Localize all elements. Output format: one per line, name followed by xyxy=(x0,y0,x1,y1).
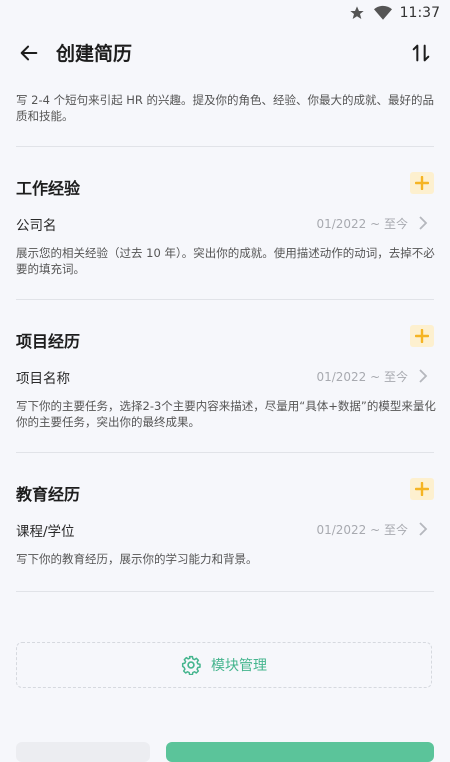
project-description[interactable]: 写下你的主要任务，选择2-3个主要内容来描述，尽量用“具体+数据”的模型来量化你… xyxy=(16,398,436,430)
degree-field[interactable]: 课程/学位 xyxy=(16,520,75,540)
date-range[interactable]: 01/2022 ~ 至今 xyxy=(316,215,408,232)
module-management-label: 模块管理 xyxy=(211,658,267,674)
divider xyxy=(16,452,434,453)
chevron-right-icon[interactable] xyxy=(416,522,430,536)
back-button[interactable] xyxy=(14,38,44,68)
plus-icon xyxy=(415,482,429,496)
sort-arrows-icon xyxy=(412,44,430,62)
divider xyxy=(16,591,434,592)
status-time: 11:37 xyxy=(399,5,440,21)
section-title: 教育经历 xyxy=(16,485,81,504)
primary-action-button[interactable] xyxy=(166,742,434,762)
chevron-right-icon[interactable] xyxy=(416,216,430,230)
sort-button[interactable] xyxy=(406,38,436,68)
arrow-left-icon xyxy=(20,45,38,61)
divider xyxy=(16,146,434,147)
education-description[interactable]: 写下你的教育经历，展示你的学习能力和背景。 xyxy=(16,551,436,567)
date-range[interactable]: 01/2022 ~ 至今 xyxy=(316,368,408,385)
plus-icon xyxy=(415,176,429,190)
status-bar: 11:37 xyxy=(0,0,450,26)
section-title: 项目经历 xyxy=(16,332,81,351)
add-project-button[interactable] xyxy=(410,325,434,347)
divider xyxy=(16,299,434,300)
app-header: 创建简历 xyxy=(0,30,450,76)
section-title: 工作经验 xyxy=(16,179,81,198)
chevron-right-icon[interactable] xyxy=(416,369,430,383)
wifi-icon xyxy=(373,4,392,22)
work-description[interactable]: 展示您的相关经验（过去 10 年）。突出你的成就。使用描述动作的动词，去掉不必要… xyxy=(16,245,436,277)
company-name-field[interactable]: 公司名 xyxy=(16,214,57,234)
gear-icon xyxy=(181,655,201,675)
page-title: 创建简历 xyxy=(56,43,133,65)
module-management-button[interactable]: 模块管理 xyxy=(16,642,432,688)
star-icon xyxy=(348,4,366,22)
date-range[interactable]: 01/2022 ~ 至今 xyxy=(316,521,408,538)
summary-hint[interactable]: 写 2-4 个短句来引起 HR 的兴趣。提及你的角色、经验、你最大的成就、最好的… xyxy=(16,92,436,124)
plus-icon xyxy=(415,329,429,343)
secondary-action-button[interactable] xyxy=(16,742,150,762)
project-name-field[interactable]: 项目名称 xyxy=(16,367,70,387)
add-work-button[interactable] xyxy=(410,172,434,194)
add-education-button[interactable] xyxy=(410,478,434,500)
